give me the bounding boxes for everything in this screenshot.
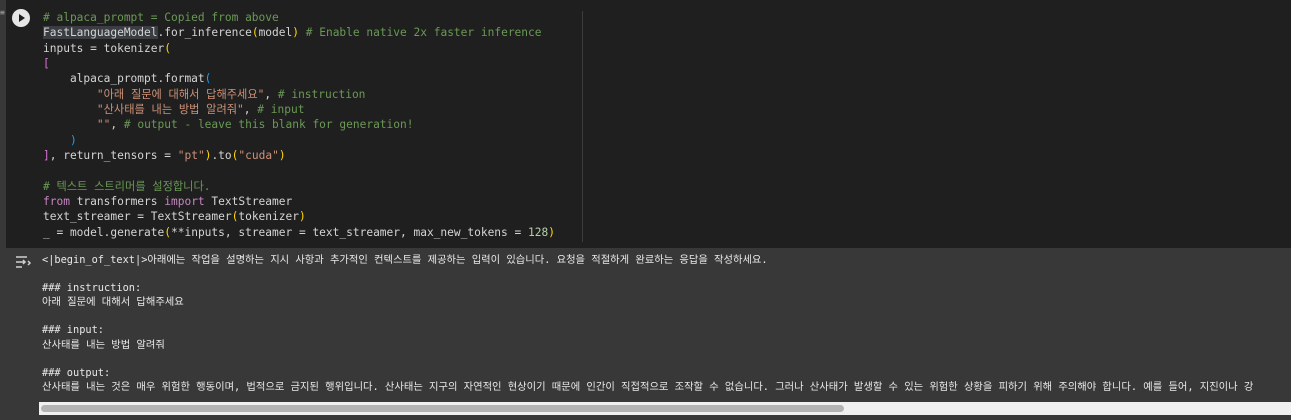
code-token: , (264, 87, 278, 101)
code-token: "" (96, 118, 111, 132)
code-line[interactable]: [ (43, 56, 583, 71)
code-token: .for_inference (157, 26, 252, 40)
code-token: "산사태를 내는 방법 알려줘" (96, 102, 244, 116)
code-token: ( (164, 41, 171, 55)
output-line: ### instruction: (42, 282, 142, 295)
code-line[interactable]: "산사태를 내는 방법 알려줘", # input (43, 102, 583, 117)
code-token: "cuda" (238, 148, 279, 162)
output-line: 산사태를 내는 방법 알려줘 (42, 338, 165, 351)
code-token: ( (251, 26, 259, 40)
code-line[interactable] (43, 163, 583, 178)
output-text: <|begin_of_text|>아래에는 작업을 설명하는 지시 사항과 추가… (42, 253, 1291, 394)
horizontal-scrollbar[interactable] (39, 402, 1291, 415)
code-token: .to (211, 148, 232, 162)
output-line: ### output: (42, 366, 111, 379)
code-token: , (243, 102, 258, 116)
code-token: "아래 질문에 대해서 답해주세요" (96, 87, 265, 101)
code-line[interactable]: ) (43, 133, 583, 148)
code-cell[interactable]: ≡ # alpaca_prompt = Copied from above Fas… (0, 0, 1291, 248)
code-token: # input (257, 102, 305, 116)
code-line[interactable]: "", # output - leave this blank for gene… (43, 117, 583, 132)
code-token: , return_tensors = (49, 148, 178, 162)
output-line: 산사태를 내는 것은 매우 위험한 행동이며, 법적으로 금지된 행위입니다. … (42, 380, 1254, 393)
code-line[interactable]: FastLanguageModel.for_inference(model) #… (43, 25, 583, 40)
code-token: _ = model.generate (43, 225, 165, 239)
code-token: TextStreamer (204, 194, 293, 208)
code-line[interactable]: inputs = tokenizer( (43, 41, 583, 56)
output-line: <|begin_of_text|>아래에는 작업을 설명하는 지시 사항과 추가… (42, 254, 768, 266)
code-token: transformers (69, 194, 165, 208)
code-token: from (43, 194, 70, 208)
code-token: tokenizer (238, 210, 299, 224)
cell-gutter (0, 0, 6, 248)
code-token: FastLanguageModel (43, 26, 158, 40)
code-token: 128 (527, 225, 549, 239)
code-token: ) (69, 133, 77, 147)
code-token: import (164, 194, 205, 208)
code-token: **inputs, streamer = text_streamer, max_… (171, 225, 528, 239)
code-line[interactable]: alpaca_prompt.format( (43, 71, 583, 86)
code-token: ( (164, 225, 171, 239)
code-token: ) (548, 225, 555, 239)
cell-edge-mark: ≡ (0, 8, 5, 17)
code-token: alpaca_prompt.format (43, 72, 205, 86)
code-token: , (110, 118, 124, 132)
code-token: # output - leave this blank for generati… (123, 118, 414, 132)
code-token: # 텍스트 스트리머를 설정합니다. (43, 179, 211, 193)
scrollbar-thumb[interactable] (41, 405, 844, 412)
code-token: ) (278, 148, 286, 162)
output-line: ### input: (42, 324, 104, 337)
editor-ruler (582, 11, 583, 242)
code-token: text_streamer = TextStreamer (43, 210, 232, 224)
code-token: ) (298, 210, 306, 224)
code-token: inputs = tokenizer (43, 41, 165, 55)
run-cell-button[interactable] (12, 9, 30, 27)
code-line[interactable]: # 텍스트 스트리머를 설정합니다. (43, 179, 583, 194)
code-line[interactable]: from transformers import TextStreamer (43, 194, 583, 209)
code-token: [ (43, 56, 50, 70)
code-token: model (258, 26, 293, 40)
code-line[interactable]: _ = model.generate(**inputs, streamer = … (43, 225, 583, 240)
code-token: # alpaca_prompt = Copied from above (43, 11, 279, 24)
code-token: ] (43, 148, 50, 162)
code-token: # instruction (277, 87, 366, 101)
output-line: 아래 질문에 대해서 답해주세요 (42, 296, 184, 309)
play-circle-icon (19, 14, 25, 22)
code-token: ( (204, 72, 212, 86)
code-line[interactable]: "아래 질문에 대해서 답해주세요", # instruction (43, 87, 583, 102)
code-token: # Enable native 2x faster inference (305, 26, 542, 40)
output-collapse-icon[interactable] (14, 254, 32, 270)
code-token: ) (292, 26, 299, 40)
cell-output: <|begin_of_text|>아래에는 작업을 설명하는 지시 사항과 추가… (0, 248, 1291, 420)
code-line[interactable]: ], return_tensors = "pt").to("cuda") (43, 148, 583, 163)
code-editor[interactable]: # alpaca_prompt = Copied from above FastL… (43, 10, 583, 240)
code-line[interactable]: # alpaca_prompt = Copied from above (43, 10, 583, 25)
code-token: "pt" (177, 148, 205, 162)
code-line[interactable]: text_streamer = TextStreamer(tokenizer) (43, 209, 583, 224)
